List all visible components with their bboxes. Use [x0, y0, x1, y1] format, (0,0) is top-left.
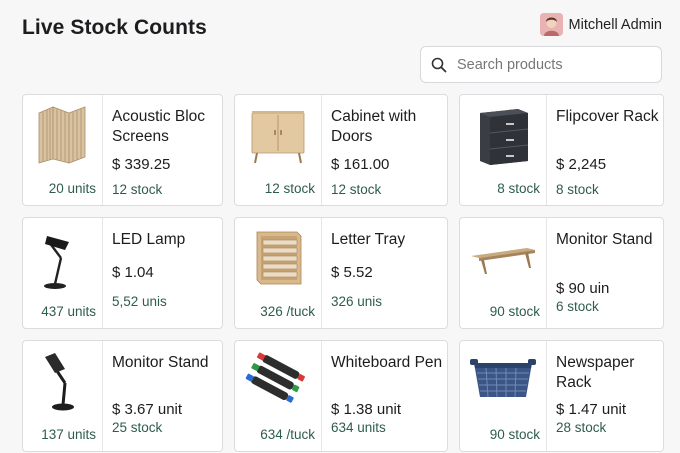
product-price: $ 1.47 unit	[556, 401, 627, 418]
product-thumb: 437 units	[23, 218, 103, 328]
stock-label: 326 unis	[331, 294, 383, 309]
product-name: Newspaper Rack	[556, 354, 635, 391]
product-thumb: 12 stock	[235, 95, 322, 205]
units-label: 20 units	[48, 181, 96, 196]
stock-label: 5,52 unis	[112, 294, 167, 309]
product-price: $ 339.25	[112, 156, 171, 173]
product-card[interactable]: 137 units Monitor Stand $ 3.67 unit 25 s…	[22, 340, 223, 452]
stock-label: 8 stock	[556, 182, 599, 197]
product-thumb: 90 stock	[460, 341, 547, 451]
monitor-arm-icon	[44, 353, 74, 411]
user-name: Mitchell Admin	[568, 16, 662, 33]
stock-label: 25 stock	[112, 420, 163, 435]
units-label: 137 units	[41, 427, 96, 442]
basket-icon	[470, 359, 536, 398]
product-name: LED Lamp	[112, 231, 186, 248]
product-thumb: 634 /tuck	[235, 341, 322, 451]
product-thumb: 20 units	[23, 95, 103, 205]
product-price: $ 1.04	[112, 264, 154, 281]
stock-label: 634 units	[331, 420, 386, 435]
search-input[interactable]	[455, 55, 649, 74]
product-grid: 20 units Acoustic Bloc Screens $ 339.25 …	[22, 94, 664, 452]
product-card[interactable]: 8 stock Flipcover Rack $ 2,245 8 stock	[459, 94, 664, 206]
product-name: Whiteboard Pen	[331, 354, 443, 371]
monitor-stand-icon	[471, 248, 535, 274]
avatar	[539, 13, 563, 36]
units-label: 90 stock	[489, 304, 540, 319]
product-thumb: 137 units	[23, 341, 103, 451]
product-name: Acoustic Bloc Screens	[112, 108, 206, 145]
product-card[interactable]: 90 stock Newspaper Rack $ 1.47 unit 28 s…	[459, 340, 664, 452]
product-name: Monitor Stand	[556, 231, 653, 248]
search-box[interactable]	[420, 46, 662, 83]
product-price: $ 161.00	[331, 156, 390, 173]
units-label: 437 units	[41, 304, 96, 319]
search-icon	[431, 57, 447, 72]
product-name: Cabinet with Doors	[331, 108, 417, 145]
product-price: $ 2,245	[556, 156, 607, 173]
product-thumb: 90 stock	[460, 218, 547, 328]
acoustic-screen-icon	[38, 106, 85, 164]
desk-lamp-icon	[43, 236, 69, 289]
page-title: Live Stock Counts	[22, 16, 207, 39]
letter-tray-icon	[256, 231, 302, 285]
units-label: 8 stock	[497, 181, 540, 196]
stock-label: 6 stock	[556, 299, 599, 314]
product-name: Monitor Stand	[112, 354, 209, 371]
product-card[interactable]: 20 units Acoustic Bloc Screens $ 339.25 …	[22, 94, 223, 206]
stock-label: 28 stock	[556, 420, 607, 435]
product-card[interactable]: 634 /tuck Whiteboard Pen $ 1.38 unit 634…	[234, 340, 448, 452]
product-price: $ 90 uin	[556, 280, 610, 297]
product-price: $ 1.38 unit	[331, 401, 402, 418]
user-menu[interactable]: Mitchell Admin	[539, 13, 662, 36]
units-label: 90 stock	[489, 427, 540, 442]
product-card[interactable]: 12 stock Cabinet with Doors $ 161.00 12 …	[234, 94, 448, 206]
units-label: 12 stock	[264, 181, 315, 196]
product-price: $ 3.67 unit	[112, 401, 183, 418]
stock-label: 12 stock	[112, 182, 163, 197]
product-thumb: 8 stock	[460, 95, 547, 205]
product-price: $ 5.52	[331, 264, 373, 281]
units-label: 634 /tuck	[260, 427, 315, 442]
drawer-rack-icon	[480, 109, 529, 165]
product-card[interactable]: 90 stock Monitor Stand $ 90 uin 6 stock	[459, 217, 664, 329]
product-card[interactable]: 437 units LED Lamp $ 1.04 5,52 unis	[22, 217, 223, 329]
cabinet-icon	[251, 111, 305, 164]
units-label: 326 /tuck	[260, 304, 315, 319]
product-thumb: 326 /tuck	[235, 218, 322, 328]
stock-label: 12 stock	[331, 182, 382, 197]
product-name: Flipcover Rack	[556, 108, 659, 125]
product-card[interactable]: 326 /tuck Letter Tray $ 5.52 326 unis	[234, 217, 448, 329]
markers-icon	[245, 352, 305, 403]
product-name: Letter Tray	[331, 231, 406, 248]
